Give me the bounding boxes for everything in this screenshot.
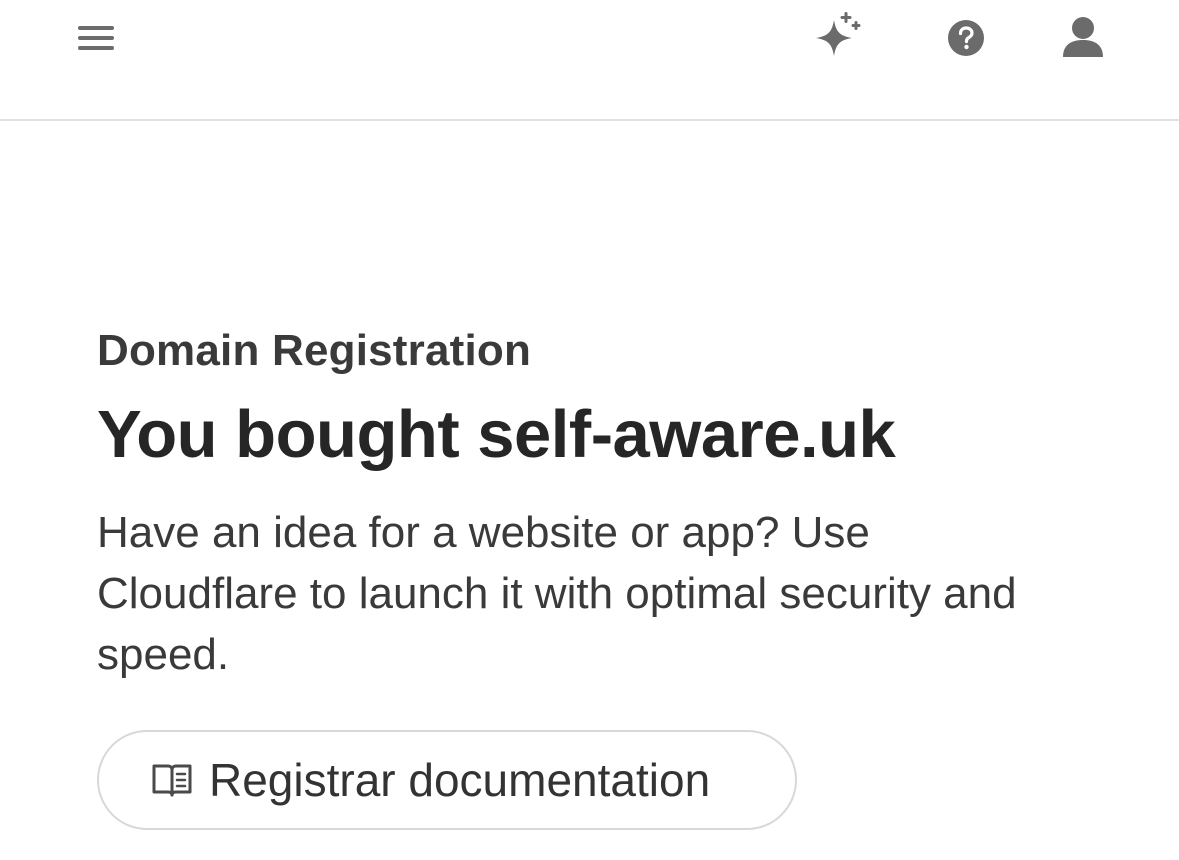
- question-mark-icon: [948, 20, 984, 56]
- ai-assistant-button[interactable]: [808, 6, 868, 66]
- registrar-documentation-label: Registrar documentation: [209, 754, 711, 806]
- sparkle-icon: [816, 12, 861, 56]
- help-button[interactable]: [940, 12, 992, 64]
- user-icon: [1063, 17, 1103, 57]
- registrar-documentation-button[interactable]: Registrar documentation: [97, 730, 797, 830]
- top-navigation-bar: [0, 0, 1179, 121]
- account-button[interactable]: [1056, 10, 1110, 64]
- menu-button[interactable]: [70, 12, 122, 64]
- page-description: Have an idea for a website or app? Use C…: [97, 508, 1017, 679]
- page-title: You bought self-aware.uk: [97, 397, 896, 472]
- hamburger-menu-icon: [78, 26, 114, 50]
- section-eyebrow: Domain Registration: [97, 326, 532, 375]
- open-book-icon: [151, 760, 193, 800]
